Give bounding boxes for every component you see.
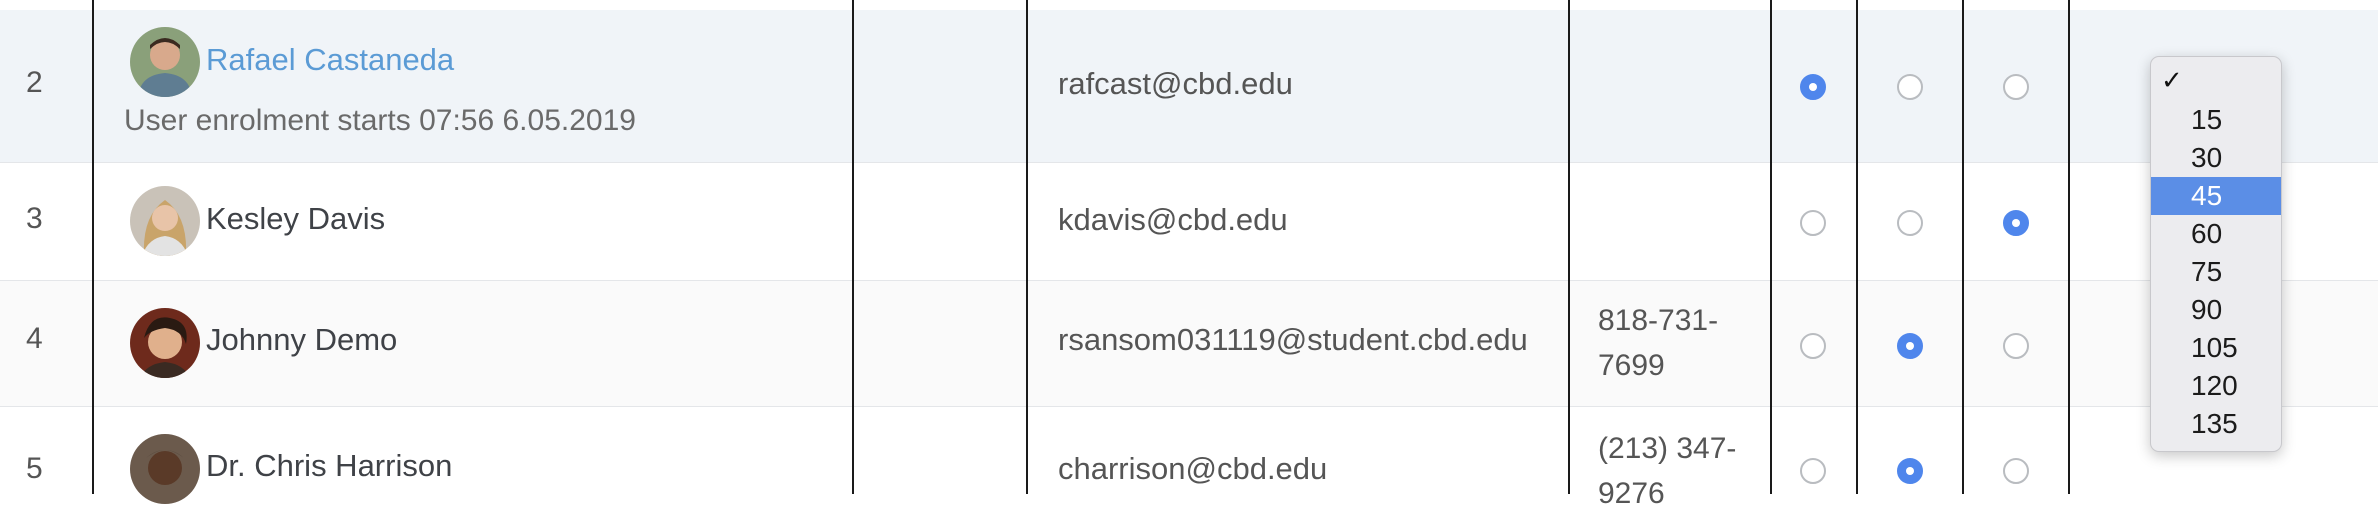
dropdown-option[interactable]: 135: [2151, 405, 2281, 443]
column-divider: [852, 0, 854, 494]
column-divider: [1856, 0, 1858, 494]
radio-option-2[interactable]: [1897, 210, 1923, 236]
column-divider: [2068, 0, 2070, 494]
check-mark-icon: ✓: [2161, 65, 2183, 95]
user-name-link[interactable]: Rafael Castaneda: [206, 42, 454, 78]
radio-option-3[interactable]: [2003, 74, 2029, 100]
row-number: 5: [26, 452, 43, 485]
enrolment-note: User enrolment starts 07:56 6.05.2019: [124, 104, 636, 137]
radio-option-2[interactable]: [1897, 74, 1923, 100]
user-name: Dr. Chris Harrison: [206, 448, 453, 483]
dropdown-option[interactable]: 90: [2151, 291, 2281, 329]
avatar: [130, 308, 200, 378]
avatar: [130, 27, 200, 97]
user-email: kdavis@cbd.edu: [1058, 202, 1288, 237]
user-name: Johnny Demo: [206, 322, 398, 357]
radio-option-3[interactable]: [2003, 458, 2029, 484]
dropdown-option-selected[interactable]: 45: [2151, 177, 2281, 215]
avatar: [130, 186, 200, 256]
column-divider: [1962, 0, 1964, 494]
user-phone: (213) 347-9276: [1598, 432, 1737, 510]
row-number: 4: [26, 322, 43, 355]
duration-dropdown-menu[interactable]: ✓ 15 30 45 60 75 90 105 120 135: [2150, 56, 2282, 452]
row-divider: [0, 162, 2378, 163]
radio-option-2[interactable]: [1897, 458, 1923, 484]
column-divider: [1026, 0, 1028, 494]
column-divider: [1568, 0, 1570, 494]
column-divider: [92, 0, 94, 494]
user-phone: 818-731-7699: [1598, 304, 1719, 382]
dropdown-option[interactable]: 120: [2151, 367, 2281, 405]
user-email: rsansom031119@student.cbd.edu: [1058, 322, 1528, 357]
dropdown-option[interactable]: 105: [2151, 329, 2281, 367]
dropdown-option[interactable]: 15: [2151, 101, 2281, 139]
user-email: charrison@cbd.edu: [1058, 451, 1328, 486]
row-number: 3: [26, 202, 43, 235]
radio-option-1[interactable]: [1800, 74, 1826, 100]
radio-option-1[interactable]: [1800, 458, 1826, 484]
column-divider: [1770, 0, 1772, 494]
row-divider: [0, 280, 2378, 281]
dropdown-option[interactable]: 30: [2151, 139, 2281, 177]
dropdown-option[interactable]: 75: [2151, 253, 2281, 291]
user-email: rafcast@cbd.edu: [1058, 66, 1293, 101]
user-name: Kesley Davis: [206, 201, 386, 236]
row-divider: [0, 406, 2378, 407]
radio-option-2[interactable]: [1897, 333, 1923, 359]
radio-option-3[interactable]: [2003, 333, 2029, 359]
radio-option-1[interactable]: [1800, 333, 1826, 359]
radio-option-1[interactable]: [1800, 210, 1826, 236]
dropdown-option[interactable]: 60: [2151, 215, 2281, 253]
radio-option-3[interactable]: [2003, 210, 2029, 236]
row-number: 2: [26, 66, 43, 99]
